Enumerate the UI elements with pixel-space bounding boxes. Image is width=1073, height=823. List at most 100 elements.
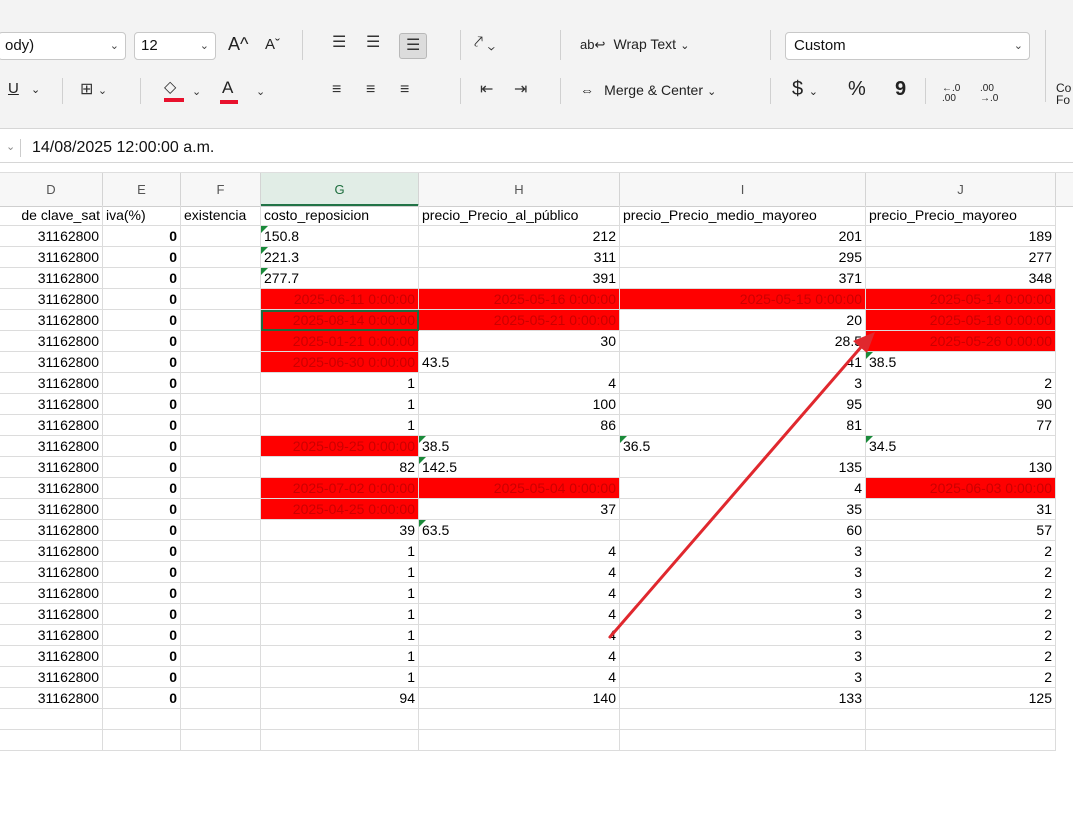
cell[interactable]: 0 <box>103 478 181 499</box>
cell[interactable]: 0 <box>103 625 181 646</box>
field-name-cell[interactable]: de clave_sat <box>0 205 103 226</box>
cell[interactable]: 100 <box>419 394 620 415</box>
chevron-down-icon[interactable]: ⌄ <box>256 82 265 102</box>
currency-button[interactable]: $ ⌄ <box>792 78 818 101</box>
cell[interactable]: 31162800 <box>0 499 103 520</box>
cell[interactable]: 0 <box>103 373 181 394</box>
cell[interactable]: 31162800 <box>0 352 103 373</box>
cell[interactable]: 31162800 <box>0 310 103 331</box>
cell[interactable] <box>181 394 261 415</box>
column-header-f[interactable]: F <box>181 173 261 206</box>
cell[interactable]: 1 <box>261 373 419 394</box>
cell[interactable]: 30 <box>419 331 620 352</box>
cell[interactable] <box>866 709 1056 730</box>
cell[interactable]: 2025-06-11 0:00:00 <box>261 289 419 310</box>
cell[interactable]: 31162800 <box>0 415 103 436</box>
cell[interactable]: 4 <box>419 604 620 625</box>
cell[interactable]: 2025-05-26 0:00:00 <box>866 331 1056 352</box>
cell[interactable] <box>181 226 261 247</box>
cell[interactable]: 4 <box>419 541 620 562</box>
cell[interactable]: 0 <box>103 352 181 373</box>
conditional-format-button[interactable]: Co Fo <box>1056 82 1071 106</box>
field-name-cell[interactable]: precio_Precio_al_público <box>419 205 620 226</box>
shrink-font-button[interactable]: Aˇ <box>265 36 280 53</box>
cell[interactable]: 391 <box>419 268 620 289</box>
cell[interactable]: 3 <box>620 562 866 583</box>
cell[interactable]: 0 <box>103 604 181 625</box>
cell[interactable]: 41 <box>620 352 866 373</box>
field-name-cell[interactable]: iva(%) <box>103 205 181 226</box>
cell[interactable]: 2 <box>866 583 1056 604</box>
cell[interactable] <box>181 289 261 310</box>
cell[interactable]: 2 <box>866 541 1056 562</box>
cell[interactable]: 31162800 <box>0 373 103 394</box>
error-indicator-icon[interactable] <box>866 352 873 359</box>
cell[interactable]: 1 <box>261 541 419 562</box>
cell[interactable]: 20 <box>620 310 866 331</box>
column-header-h[interactable]: H <box>419 173 620 206</box>
cell[interactable] <box>181 499 261 520</box>
column-header-e[interactable]: E <box>103 173 181 206</box>
cell[interactable]: 1 <box>261 646 419 667</box>
cell[interactable] <box>620 709 866 730</box>
field-name-cell[interactable]: precio_Precio_medio_mayoreo <box>620 205 866 226</box>
cell[interactable] <box>181 247 261 268</box>
cell[interactable] <box>419 730 620 751</box>
wrap-text-button[interactable]: ab↩ Wrap Text ⌄ <box>580 36 689 53</box>
cell[interactable]: 28.5 <box>620 331 866 352</box>
cell[interactable]: 31162800 <box>0 667 103 688</box>
cell[interactable]: 31162800 <box>0 394 103 415</box>
cell[interactable]: 31162800 <box>0 436 103 457</box>
cell[interactable] <box>0 730 103 751</box>
cell[interactable]: 31162800 <box>0 562 103 583</box>
cell[interactable]: 201 <box>620 226 866 247</box>
cell[interactable]: 135 <box>620 457 866 478</box>
cell[interactable]: 2 <box>866 604 1056 625</box>
error-indicator-icon[interactable] <box>261 226 268 233</box>
cell[interactable]: 4 <box>419 562 620 583</box>
cell[interactable]: 37 <box>419 499 620 520</box>
cell[interactable]: 31162800 <box>0 457 103 478</box>
comma-style-button[interactable]: 9 <box>895 78 906 101</box>
cell[interactable]: 0 <box>103 667 181 688</box>
cell[interactable]: 2025-01-21 0:00:00 <box>261 331 419 352</box>
cell[interactable] <box>181 583 261 604</box>
cell[interactable]: 371 <box>620 268 866 289</box>
cell[interactable]: 221.3 <box>261 247 419 268</box>
align-center-icon[interactable]: ≡ <box>366 80 375 100</box>
cell[interactable]: 90 <box>866 394 1056 415</box>
cell[interactable] <box>181 688 261 709</box>
cell[interactable]: 0 <box>103 289 181 310</box>
cell[interactable]: 4 <box>419 646 620 667</box>
cell[interactable]: 94 <box>261 688 419 709</box>
cell[interactable]: 31162800 <box>0 289 103 310</box>
cell[interactable]: 0 <box>103 247 181 268</box>
cell[interactable] <box>181 352 261 373</box>
cell[interactable]: 133 <box>620 688 866 709</box>
cell[interactable]: 31162800 <box>0 331 103 352</box>
cell[interactable]: 38.5 <box>419 436 620 457</box>
cell[interactable]: 0 <box>103 436 181 457</box>
font-name-dropdown[interactable]: ody) ⌄ <box>0 32 126 60</box>
align-right-icon[interactable]: ≡ <box>400 80 409 100</box>
cell[interactable]: 4 <box>419 625 620 646</box>
cell[interactable]: 2025-07-02 0:00:00 <box>261 478 419 499</box>
cell[interactable] <box>0 709 103 730</box>
cell[interactable] <box>181 604 261 625</box>
cell[interactable]: 125 <box>866 688 1056 709</box>
cell[interactable]: 3 <box>620 646 866 667</box>
error-indicator-icon[interactable] <box>419 520 426 527</box>
cell[interactable]: 2025-06-03 0:00:00 <box>866 478 1056 499</box>
cell[interactable]: 77 <box>866 415 1056 436</box>
cell[interactable]: 348 <box>866 268 1056 289</box>
cell[interactable]: 81 <box>620 415 866 436</box>
cell[interactable] <box>103 709 181 730</box>
cell[interactable]: 43.5 <box>419 352 620 373</box>
cell[interactable]: 63.5 <box>419 520 620 541</box>
cell[interactable]: 2 <box>866 625 1056 646</box>
cell[interactable]: 0 <box>103 583 181 604</box>
cell[interactable] <box>181 520 261 541</box>
column-header-j[interactable]: J <box>866 173 1056 206</box>
field-name-cell[interactable]: precio_Precio_mayoreo <box>866 205 1056 226</box>
error-indicator-icon[interactable] <box>620 436 627 443</box>
